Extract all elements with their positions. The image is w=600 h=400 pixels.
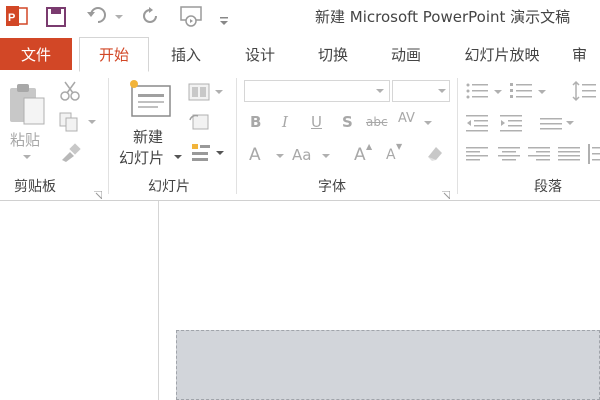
redo-icon[interactable] [140, 6, 162, 26]
font-name-field[interactable] [244, 80, 390, 102]
font-dialog-launcher-icon[interactable] [442, 184, 451, 200]
grow-font-caret-icon: ▲ [366, 142, 373, 151]
section-dropdown-icon[interactable] [216, 151, 224, 155]
align-right-icon[interactable] [528, 146, 550, 162]
copy-dropdown-icon[interactable] [88, 120, 96, 124]
copy-icon[interactable] [58, 111, 80, 133]
cut-icon[interactable] [58, 80, 82, 102]
group-label-clipboard: 剪贴板 [14, 179, 56, 195]
undo-icon[interactable] [86, 6, 110, 26]
save-icon[interactable] [46, 7, 66, 27]
new-slide-dropdown-icon[interactable] [174, 155, 182, 159]
font-color-dropdown-icon[interactable] [276, 154, 284, 158]
tab-insert[interactable]: 插入 [158, 38, 214, 70]
distributed-icon[interactable] [588, 144, 600, 164]
bullets-icon[interactable] [466, 82, 488, 100]
clear-formatting-icon[interactable] [424, 143, 446, 163]
shrink-font-button[interactable]: A [386, 147, 396, 163]
justify-icon[interactable] [558, 146, 580, 162]
tab-slideshow[interactable]: 幻灯片放映 [452, 38, 552, 70]
font-size-dropdown-icon[interactable] [438, 89, 446, 93]
columns-dropdown-icon[interactable] [566, 121, 574, 125]
paste-dropdown-icon[interactable] [23, 155, 31, 159]
columns-icon[interactable] [540, 116, 562, 130]
change-case-button[interactable]: Aa [292, 146, 311, 164]
new-slide-label-1[interactable]: 新建 [133, 126, 163, 147]
group-label-paragraph: 段落 [534, 179, 562, 195]
tab-transitions[interactable]: 切换 [305, 38, 361, 70]
change-case-dropdown-icon[interactable] [322, 154, 330, 158]
new-slide-label-2[interactable]: 幻灯片 [119, 147, 164, 168]
paste-icon[interactable] [8, 82, 46, 126]
group-separator [236, 78, 237, 194]
group-separator [457, 78, 458, 194]
format-painter-icon[interactable] [58, 142, 82, 164]
decrease-indent-icon[interactable] [466, 114, 488, 132]
align-center-icon[interactable] [498, 146, 520, 162]
tab-review[interactable]: 审 [572, 38, 600, 70]
numbering-dropdown-icon[interactable] [538, 90, 546, 94]
shrink-font-caret-icon: ▼ [396, 142, 403, 151]
undo-dropdown-icon[interactable] [115, 15, 123, 19]
tab-file[interactable]: 文件 [0, 38, 72, 70]
numbering-icon[interactable] [510, 82, 532, 100]
reset-icon[interactable] [188, 112, 210, 132]
align-left-icon[interactable] [466, 146, 488, 162]
italic-button[interactable]: I [282, 113, 288, 131]
group-separator [108, 78, 109, 194]
bold-button[interactable]: B [250, 113, 261, 131]
line-spacing-icon[interactable] [572, 80, 596, 102]
font-color-a[interactable]: A [249, 145, 261, 165]
present-icon[interactable] [180, 6, 204, 28]
powerpoint-icon[interactable]: P [6, 6, 28, 26]
layout-icon[interactable] [188, 82, 210, 102]
slide-canvas[interactable] [176, 330, 600, 400]
strikethrough-button[interactable]: abc [366, 115, 388, 129]
bullets-dropdown-icon[interactable] [494, 90, 502, 94]
section-icon[interactable] [190, 142, 212, 164]
char-spacing-dropdown-icon[interactable] [424, 121, 432, 125]
grow-font-button[interactable]: A [354, 145, 366, 165]
layout-dropdown-icon[interactable] [215, 90, 223, 94]
tab-design[interactable]: 设计 [232, 38, 288, 70]
tab-home[interactable]: 开始 [79, 37, 149, 72]
paste-label[interactable]: 粘贴 [10, 129, 40, 150]
shadow-button[interactable]: S [342, 113, 353, 131]
group-label-slides: 幻灯片 [148, 179, 190, 195]
slide-thumbnails-pane[interactable] [0, 201, 159, 400]
increase-indent-icon[interactable] [500, 114, 522, 132]
underline-button[interactable]: U [311, 113, 322, 131]
new-slide-icon[interactable] [128, 78, 174, 120]
tab-animations[interactable]: 动画 [378, 38, 434, 70]
window-title: 新建 Microsoft PowerPoint 演示文稿 [315, 8, 571, 26]
font-name-dropdown-icon[interactable] [376, 89, 384, 93]
group-label-font: 字体 [318, 179, 346, 195]
svg-text:P: P [8, 12, 15, 24]
customize-icon[interactable] [220, 12, 228, 25]
char-spacing-button[interactable]: AV [398, 111, 415, 126]
title-bar: P 新建 Microsoft PowerPoint 演示文稿 [0, 0, 600, 34]
dialog-launcher-icon[interactable] [94, 184, 103, 200]
